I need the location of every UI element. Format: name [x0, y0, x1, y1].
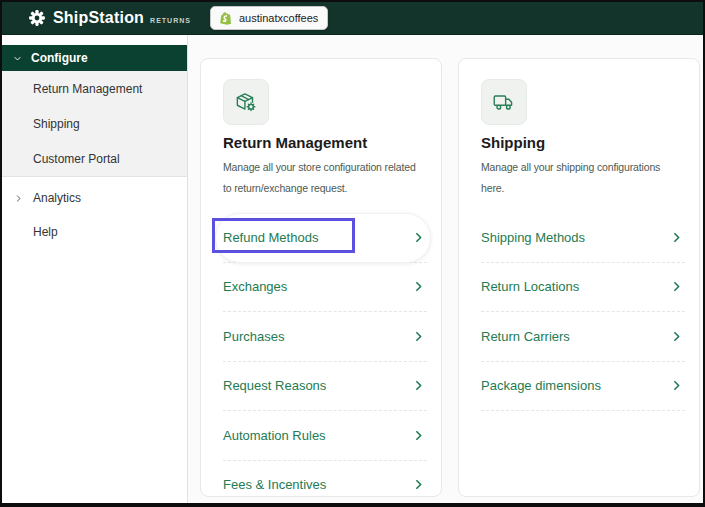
- sidebar-item-help[interactable]: Help: [2, 215, 187, 249]
- link-row-request-reasons[interactable]: Request Reasons: [223, 362, 427, 412]
- brand-name: ShipStation: [53, 9, 144, 27]
- link-label: Exchanges: [223, 279, 287, 294]
- truck-icon: [481, 79, 527, 125]
- chevron-right-icon: [412, 231, 425, 244]
- link-row-refund-methods[interactable]: Refund Methods: [223, 213, 427, 263]
- card-links: Refund Methods Exchanges Purchases Request …: [223, 213, 427, 497]
- chevron-right-icon: [412, 379, 425, 392]
- link-label: Package dimensions: [481, 378, 601, 393]
- link-row-purchases[interactable]: Purchases: [223, 312, 427, 362]
- sidebar-configure-label: Configure: [31, 51, 88, 65]
- chevron-right-icon: [670, 231, 683, 244]
- top-header-bar: ShipStation RETURNS austinatxcoffees: [2, 2, 703, 35]
- card-return-management: Return Management Manage all your store …: [200, 58, 442, 497]
- sidebar-analytics-label: Analytics: [33, 191, 81, 205]
- link-label: Return Carriers: [481, 329, 570, 344]
- link-label: Automation Rules: [223, 428, 326, 443]
- sidebar-item-analytics[interactable]: Analytics: [2, 181, 187, 215]
- link-row-package-dimensions[interactable]: Package dimensions: [481, 362, 685, 412]
- link-label: Request Reasons: [223, 378, 326, 393]
- link-label: Shipping Methods: [481, 230, 585, 245]
- sidebar-item-customer-portal[interactable]: Customer Portal: [2, 141, 187, 176]
- link-row-return-locations[interactable]: Return Locations: [481, 263, 685, 313]
- shipstation-gear-icon: [28, 9, 46, 27]
- chevron-right-icon: [670, 280, 683, 293]
- chevron-right-icon: [670, 330, 683, 343]
- link-label: Purchases: [223, 329, 284, 344]
- chevron-right-icon: [14, 194, 23, 203]
- chevron-right-icon: [412, 330, 425, 343]
- package-gear-icon: [223, 79, 269, 125]
- main-content: Return Management Manage all your store …: [188, 35, 703, 503]
- store-name: austinatxcoffees: [239, 12, 318, 24]
- brand-suffix: RETURNS: [150, 17, 191, 24]
- chevron-down-icon: [13, 54, 22, 63]
- sidebar-item-return-management[interactable]: Return Management: [2, 71, 187, 106]
- link-label: Fees & Incentives: [223, 477, 326, 492]
- chevron-right-icon: [412, 280, 425, 293]
- card-title: Return Management: [223, 134, 427, 151]
- link-label: Return Locations: [481, 279, 579, 294]
- card-links: Shipping Methods Return Locations Return C…: [481, 213, 685, 411]
- store-selector[interactable]: austinatxcoffees: [210, 6, 328, 30]
- card-shipping: Shipping Manage all your shipping config…: [458, 58, 700, 497]
- sidebar-item-configure[interactable]: Configure: [2, 45, 187, 71]
- chevron-right-icon: [412, 478, 425, 491]
- sidebar-configure-group: Configure Return Management Shipping Cus…: [2, 45, 187, 177]
- link-label: Refund Methods: [223, 230, 318, 245]
- app-window: ShipStation RETURNS austinatxcoffees Con…: [0, 0, 705, 507]
- sidebar-item-shipping[interactable]: Shipping: [2, 106, 187, 141]
- link-row-automation-rules[interactable]: Automation Rules: [223, 411, 427, 461]
- sidebar: Configure Return Management Shipping Cus…: [2, 35, 188, 503]
- link-row-exchanges[interactable]: Exchanges: [223, 263, 427, 313]
- chevron-right-icon: [412, 429, 425, 442]
- link-row-return-carriers[interactable]: Return Carriers: [481, 312, 685, 362]
- shipstation-logo[interactable]: ShipStation RETURNS: [28, 9, 191, 27]
- card-title: Shipping: [481, 134, 685, 151]
- card-description: Manage all your shipping configurations …: [481, 157, 690, 199]
- link-row-shipping-methods[interactable]: Shipping Methods: [481, 213, 685, 263]
- link-row-fees-incentives[interactable]: Fees & Incentives: [223, 461, 427, 498]
- chevron-right-icon: [670, 379, 683, 392]
- shopify-icon: [218, 11, 233, 26]
- card-description: Manage all your store configuration rela…: [223, 157, 432, 199]
